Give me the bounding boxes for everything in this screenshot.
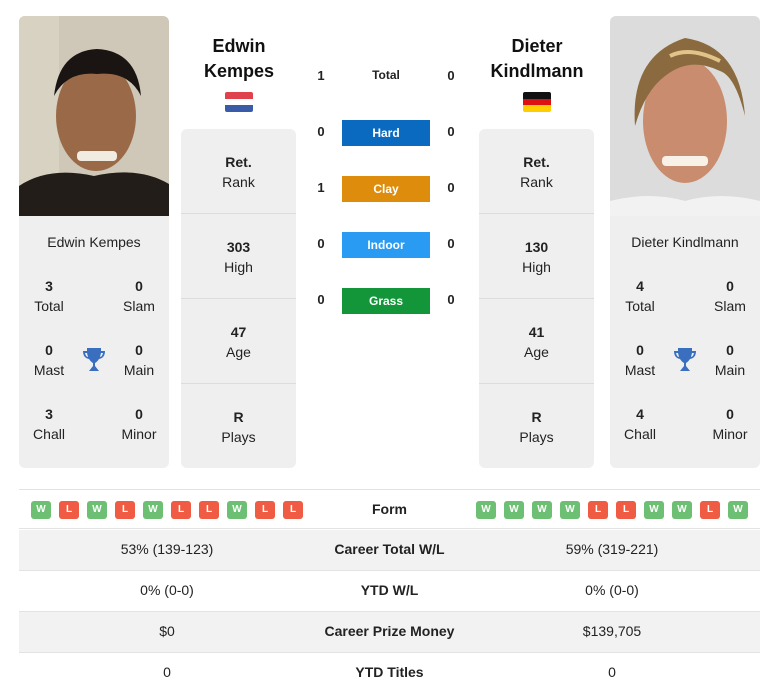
player1-name: Edwin Kempes (47, 234, 141, 250)
surface-indoor-button[interactable]: Indoor (342, 232, 430, 258)
loss-badge[interactable]: L (115, 501, 135, 519)
player2-titles-minor: 0 Minor (712, 406, 748, 442)
loss-badge[interactable]: L (199, 501, 219, 519)
form-row: WLWLWLLWLL Form WWWWLLWWLW (19, 489, 760, 529)
player1-heading[interactable]: Edwin Kempes (174, 34, 304, 84)
loss-badge[interactable]: L (255, 501, 275, 519)
ytd-wl-row: 0% (0-0) YTD W/L 0% (0-0) (19, 571, 760, 612)
netherlands-flag-icon (225, 92, 253, 112)
player1-titles-total: 3 Total (34, 278, 64, 314)
player2-high: 130 High (479, 214, 594, 299)
player2-age: 41 Age (479, 299, 594, 384)
h2h-grass-row: 0 Grass 0 (310, 288, 462, 314)
surface-grass-button[interactable]: Grass (342, 288, 430, 314)
loss-badge[interactable]: L (171, 501, 191, 519)
win-badge[interactable]: W (728, 501, 748, 519)
win-badge[interactable]: W (504, 501, 524, 519)
player1-titles-slam: 0 Slam (123, 278, 155, 314)
player1-rank: Ret. Rank (181, 129, 296, 214)
h2h-total-p1: 1 (317, 68, 325, 83)
player1-plays: R Plays (221, 409, 256, 445)
win-badge[interactable]: W (476, 501, 496, 519)
player2-info-card: Ret. Rank 130 High 41 Age R Plays (479, 129, 594, 468)
win-badge[interactable]: W (532, 501, 552, 519)
loss-badge[interactable]: L (59, 501, 79, 519)
player1-age: 47 Age (181, 299, 296, 384)
player2-titles-chall: 4 Chall (624, 406, 656, 442)
h2h-hard-row: 0 Hard 0 (310, 120, 462, 146)
player1-photo[interactable] (19, 16, 169, 216)
player2-titles-slam: 0 Slam (714, 278, 746, 314)
player2-rank: Ret. Rank (479, 129, 594, 214)
player2-heading[interactable]: Dieter Kindlmann (472, 34, 602, 84)
player1-titles-minor: 0 Minor (121, 406, 157, 442)
win-badge[interactable]: W (143, 501, 163, 519)
player1-info-card: Ret. Rank 303 High 47 Age R Plays (181, 129, 296, 468)
win-badge[interactable]: W (672, 501, 692, 519)
h2h-clay-row: 1 Clay 0 (310, 176, 462, 202)
loss-badge[interactable]: L (588, 501, 608, 519)
player2-plays: R Plays (519, 409, 554, 445)
loss-badge[interactable]: L (616, 501, 636, 519)
player2-titles-main: 0 Main (714, 342, 746, 378)
surface-hard-button[interactable]: Hard (342, 120, 430, 146)
win-badge[interactable]: W (227, 501, 247, 519)
player2-photo[interactable] (610, 16, 760, 216)
h2h-total-p2: 0 (447, 68, 455, 83)
player1-titles-chall: 3 Chall (33, 406, 65, 442)
loss-badge[interactable]: L (700, 501, 720, 519)
player2-titles-mast: 0 Mast (624, 342, 656, 378)
player1-form: WLWLWLLWLL (31, 501, 303, 519)
win-badge[interactable]: W (87, 501, 107, 519)
h2h-indoor-row: 0 Indoor 0 (310, 232, 462, 258)
trophy-icon (83, 348, 105, 371)
ytd-titles-row: 0 YTD Titles 0 (163, 664, 616, 680)
germany-flag-icon (523, 92, 551, 112)
career-prize-money-row: $0 Career Prize Money $139,705 (19, 612, 760, 653)
win-badge[interactable]: W (644, 501, 664, 519)
surface-clay-button[interactable]: Clay (342, 176, 430, 202)
win-badge[interactable]: W (31, 501, 51, 519)
player2-card: Dieter Kindlmann 4 Total 0 Slam 0 Mast 0… (610, 16, 760, 468)
player1-titles-main: 0 Main (123, 342, 155, 378)
trophy-icon (674, 348, 696, 371)
player1-titles-mast: 0 Mast (33, 342, 65, 378)
h2h-total-row: 1 Total 0 (310, 64, 462, 90)
h2h-total-label: Total (372, 68, 400, 82)
player2-titles-total: 4 Total (625, 278, 655, 314)
player1-card: Edwin Kempes 3 Total 0 Slam 0 Mast 0 Mai… (19, 16, 169, 468)
career-total-wl-row: 53% (139-123) Career Total W/L 59% (319-… (19, 530, 760, 571)
loss-badge[interactable]: L (283, 501, 303, 519)
player2-name: Dieter Kindlmann (631, 234, 739, 250)
win-badge[interactable]: W (560, 501, 580, 519)
player1-high: 303 High (181, 214, 296, 299)
form-label: Form (372, 501, 407, 517)
player2-form: WWWWLLWWLW (476, 501, 748, 519)
